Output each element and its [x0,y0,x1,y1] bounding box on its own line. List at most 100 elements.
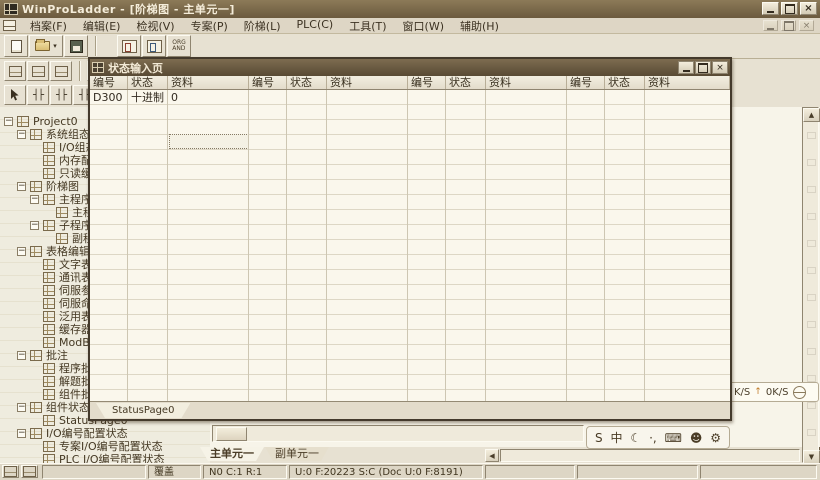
child-restore-button[interactable] [781,20,796,31]
project-view-toggle-button[interactable] [2,465,19,478]
tree-expander-icon[interactable]: − [30,221,39,230]
ime-user-icon[interactable]: ☻ [690,431,703,445]
ime-tools-icon[interactable]: ⚙ [710,431,721,445]
column-header-status[interactable]: 状态 [605,76,645,89]
tree-expander-icon[interactable]: − [4,117,13,126]
ime-logo-icon[interactable]: S [595,431,603,445]
menu-item-6[interactable]: PLC(C) [289,17,342,35]
ladder-monitor-icon [122,40,137,53]
org-and-instruction-button[interactable]: ORG AND [167,35,191,57]
doc-tab-1[interactable]: 主单元一 [200,447,264,461]
tree-horizontal-scrollbar[interactable] [212,425,584,442]
menu-item-8[interactable]: 窗口(W) [395,17,452,35]
modbus-table-icon [43,337,55,348]
ladder-monitor-button[interactable] [117,35,141,57]
ime-soft-keyboard-icon[interactable]: ⌨ [665,431,682,445]
system-config-button[interactable] [4,61,26,81]
column-header-data[interactable]: 资料 [327,76,408,89]
statusbar: 覆盖 N0 C:1 R:1 U:0 F:20223 S:C (Doc U:0 F… [0,463,820,480]
grid-header: 编号状态资料编号状态资料编号状态资料编号状态资料 [90,76,730,90]
dialog-close-icon: × [716,63,724,73]
restore-button[interactable] [781,2,798,15]
window-title: WinProLadder - [阶梯图 - 主单元一] [22,1,235,17]
focused-cell[interactable] [169,134,249,149]
project-io-status-icon [43,441,55,452]
status-page-tab[interactable]: StatusPage0 [96,403,190,418]
tab-scroll-left-button[interactable]: ◀ [485,449,499,462]
save-project-button[interactable] [64,35,88,57]
dialog-titlebar[interactable]: 状态输入页 × [90,59,730,76]
column-header-status[interactable]: 状态 [287,76,327,89]
ladder-view-icon [23,466,36,477]
minimize-button[interactable] [762,2,779,15]
column-header-data[interactable]: 资料 [168,76,249,89]
plc-io-status-icon [43,454,55,463]
column-header-data[interactable]: 资料 [645,76,730,89]
menu-item-4[interactable]: 专案(P) [183,17,236,35]
contact-a-button[interactable]: ┤├ [27,85,49,105]
readonly-register-button[interactable] [50,61,72,81]
ladder-edit-button[interactable] [142,35,166,57]
menu-item-9[interactable]: 辅助(H) [452,17,507,35]
column-header-data[interactable]: 资料 [486,76,567,89]
select-pointer-button[interactable] [4,85,26,105]
menu-item-5[interactable]: 阶梯(L) [236,17,289,35]
connection-globe-icon [793,386,806,399]
tree-expander-icon[interactable]: − [17,130,26,139]
system-config-icon [9,66,22,77]
dialog-maximize-button[interactable] [695,61,711,74]
ladder-vertical-scrollbar[interactable]: ▲ ▼ [802,107,819,463]
memory-config-icon [32,66,45,77]
cell-data-value[interactable]: 0 [171,91,178,104]
tree-expander-icon[interactable]: − [30,195,39,204]
doc-tab-2[interactable]: 副单元一 [265,447,329,461]
menu-item-1[interactable]: 档案(F) [22,17,75,35]
ladder-view-toggle-button[interactable] [21,465,38,478]
mdi-child-icon[interactable] [3,20,16,31]
child-minimize-button[interactable] [763,20,778,31]
scroll-up-button[interactable]: ▲ [803,108,820,122]
column-header-no[interactable]: 编号 [567,76,605,89]
h-scroll-thumb[interactable] [216,427,247,441]
grid-body[interactable]: D300 十进制 0 [90,90,730,401]
open-dropdown-icon[interactable]: ▾ [53,42,57,50]
tree-expander-icon[interactable]: − [17,351,26,360]
pointer-arrow-icon [10,89,20,101]
menu-item-7[interactable]: 工具(T) [341,17,394,35]
child-restore-icon [784,21,794,31]
menu-item-2[interactable]: 编辑(E) [75,17,129,35]
child-close-button[interactable]: × [799,20,814,31]
ladder-horizontal-scrollbar[interactable] [500,449,800,462]
cell-display-status[interactable]: 十进制 [131,91,164,104]
tree-item-project-io-status[interactable]: 专案I/O编号配置状态 [0,440,210,453]
tree-item-plc-io-status[interactable]: PLC I/O编号配置状态 [0,453,210,463]
ime-chinese-mode-icon[interactable]: 中 [610,431,622,445]
tree-expander-icon[interactable]: − [17,247,26,256]
ime-half-full-moon-icon[interactable]: ☾ [630,431,641,445]
contact-b-button[interactable]: ┤├ [50,85,72,105]
tree-item-io-number-status[interactable]: −I/O编号配置状态 [0,427,210,440]
and-label: AND [172,46,186,52]
tree-expander-icon[interactable]: − [17,403,26,412]
close-button[interactable]: × [800,2,817,15]
scroll-down-button[interactable]: ▼ [803,450,820,464]
scrollbar-mark [807,132,816,139]
tree-item-label: 系统组态 [46,129,90,141]
dialog-minimize-button[interactable] [678,61,694,74]
io-config-icon [43,142,55,153]
new-project-button[interactable] [4,35,28,57]
open-project-button[interactable]: ▾ [29,35,63,57]
tree-expander-icon[interactable]: − [17,429,26,438]
column-header-no[interactable]: 编号 [249,76,287,89]
menu-item-3[interactable]: 检视(V) [128,17,182,35]
tree-item-label: Project0 [33,116,78,128]
column-header-status[interactable]: 状态 [128,76,168,89]
memory-config-button[interactable] [27,61,49,81]
cell-register-no[interactable]: D300 [93,91,122,104]
tree-expander-icon[interactable]: − [17,182,26,191]
column-header-no[interactable]: 编号 [90,76,128,89]
dialog-close-button[interactable]: × [712,61,728,74]
column-header-no[interactable]: 编号 [408,76,446,89]
ime-punctuation-icon[interactable]: ·, [649,431,657,445]
column-header-status[interactable]: 状态 [446,76,486,89]
